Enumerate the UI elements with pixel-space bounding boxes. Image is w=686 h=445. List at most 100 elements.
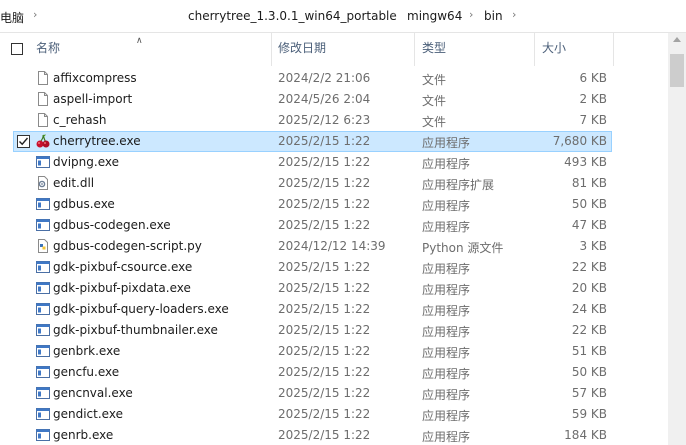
file-modified-date: 2025/2/15 1:22 — [278, 428, 371, 442]
breadcrumb-mingw64[interactable]: mingw64 — [407, 9, 462, 23]
file-type: 应用程序 — [422, 409, 471, 423]
scroll-up-arrow-icon[interactable] — [673, 37, 681, 42]
file-row[interactable]: gencfu.exe 2025/2/15 1:22 应用程序 50 KB — [0, 362, 668, 383]
file-size: 3 KB — [579, 239, 607, 253]
file-size: 50 KB — [571, 197, 607, 211]
file-modified-date: 2025/2/15 1:22 — [278, 260, 371, 274]
file-type: 应用程序 — [422, 346, 471, 360]
file-row[interactable]: gdbus-codegen-script.py 2024/12/12 14:39 P… — [0, 236, 668, 257]
file-type: 应用程序 — [422, 304, 471, 318]
file-name[interactable]: gdbus-codegen.exe — [53, 218, 171, 232]
chevron-right-icon[interactable]: › — [469, 8, 473, 21]
app-exe-icon — [35, 406, 51, 422]
file-size: 57 KB — [571, 386, 607, 400]
file-name[interactable]: aspell-import — [53, 92, 132, 106]
file-type: 文件 — [422, 94, 447, 108]
file-name[interactable]: affixcompress — [53, 71, 137, 85]
file-modified-date: 2025/2/15 1:22 — [278, 134, 371, 148]
file-row[interactable]: gdk-pixbuf-query-loaders.exe 2025/2/15 1:… — [0, 299, 668, 320]
file-size: 184 KB — [564, 428, 607, 442]
file-size: 47 KB — [571, 218, 607, 232]
file-row[interactable]: gdk-pixbuf-csource.exe 2025/2/15 1:22 应用程序… — [0, 257, 668, 278]
address-bar[interactable]: 电脑 › cherrytree_1.3.0.1_win64_portable ›… — [0, 0, 686, 33]
file-modified-date: 2025/2/12 6:23 — [278, 113, 371, 127]
app-exe-icon — [35, 427, 51, 443]
column-divider[interactable] — [271, 33, 272, 66]
column-header-name[interactable]: 名称 — [36, 33, 60, 66]
column-header-date[interactable]: 修改日期 — [278, 33, 326, 66]
file-name[interactable]: gdbus-codegen-script.py — [53, 239, 202, 253]
file-row[interactable]: dvipng.exe 2025/2/15 1:22 应用程序 493 KB — [0, 152, 668, 173]
file-type: 应用程序 — [422, 220, 471, 234]
chevron-right-icon[interactable]: › — [392, 8, 396, 21]
file-name[interactable]: gdk-pixbuf-query-loaders.exe — [53, 302, 229, 316]
file-size: 81 KB — [571, 176, 607, 190]
breadcrumb-portable-folder[interactable]: cherrytree_1.3.0.1_win64_portable — [188, 9, 397, 23]
file-row[interactable]: genrb.exe 2025/2/15 1:22 应用程序 184 KB — [0, 425, 668, 445]
app-exe-icon — [35, 364, 51, 380]
file-row[interactable]: gendict.exe 2025/2/15 1:22 应用程序 59 KB — [0, 404, 668, 425]
file-name[interactable]: gdbus.exe — [53, 197, 115, 211]
file-modified-date: 2025/2/15 1:22 — [278, 386, 371, 400]
file-name[interactable]: dvipng.exe — [53, 155, 119, 169]
blank-file-icon — [35, 112, 51, 128]
column-header-size[interactable]: 大小 — [542, 33, 566, 66]
vertical-scrollbar[interactable] — [668, 33, 686, 445]
file-modified-date: 2025/2/15 1:22 — [278, 407, 371, 421]
chevron-right-icon[interactable]: › — [512, 8, 516, 21]
file-size: 51 KB — [571, 344, 607, 358]
column-header-type[interactable]: 类型 — [422, 33, 446, 66]
file-size: 24 KB — [571, 302, 607, 316]
file-row[interactable]: aspell-import 2024/5/26 2:04 文件 2 KB — [0, 89, 668, 110]
file-row[interactable]: gdk-pixbuf-thumbnailer.exe 2025/2/15 1:22… — [0, 320, 668, 341]
file-row[interactable]: gencnval.exe 2025/2/15 1:22 应用程序 57 KB — [0, 383, 668, 404]
file-name[interactable]: genbrk.exe — [53, 344, 120, 358]
breadcrumb-bin[interactable]: bin — [484, 9, 503, 23]
file-size: 7 KB — [579, 113, 607, 127]
file-size: 22 KB — [571, 260, 607, 274]
app-exe-icon — [35, 154, 51, 170]
file-row[interactable]: cherrytree.exe 2025/2/15 1:22 应用程序 7,680 KB — [0, 131, 668, 152]
select-all-checkbox[interactable] — [11, 43, 23, 55]
file-type: 应用程序 — [422, 157, 471, 171]
file-name[interactable]: cherrytree.exe — [53, 134, 141, 148]
file-row[interactable]: affixcompress 2024/2/2 21:06 文件 6 KB — [0, 68, 668, 89]
file-modified-date: 2025/2/15 1:22 — [278, 323, 371, 337]
file-row[interactable]: gdbus.exe 2025/2/15 1:22 应用程序 50 KB — [0, 194, 668, 215]
file-row[interactable]: c_rehash 2025/2/12 6:23 文件 7 KB — [0, 110, 668, 131]
file-type: 应用程序 — [422, 262, 471, 276]
file-name[interactable]: gendict.exe — [53, 407, 123, 421]
file-type: 应用程序 — [422, 325, 471, 339]
row-checkbox[interactable] — [17, 135, 30, 148]
file-type: 应用程序 — [422, 283, 471, 297]
file-name[interactable]: gdk-pixbuf-pixdata.exe — [53, 281, 191, 295]
file-name[interactable]: gencfu.exe — [53, 365, 119, 379]
file-name[interactable]: gdk-pixbuf-csource.exe — [53, 260, 192, 274]
file-row[interactable]: genbrk.exe 2025/2/15 1:22 应用程序 51 KB — [0, 341, 668, 362]
app-exe-icon — [35, 301, 51, 317]
file-type: 文件 — [422, 115, 447, 129]
file-name[interactable]: gdk-pixbuf-thumbnailer.exe — [53, 323, 218, 337]
file-row[interactable]: gdk-pixbuf-pixdata.exe 2025/2/15 1:22 应用程序… — [0, 278, 668, 299]
file-size: 7,680 KB — [552, 134, 607, 148]
file-row[interactable]: edit.dll 2025/2/15 1:22 应用程序扩展 81 KB — [0, 173, 668, 194]
column-header-row: 名称 修改日期 类型 大小 — [0, 33, 668, 66]
column-divider[interactable] — [414, 33, 415, 66]
file-name[interactable]: edit.dll — [53, 176, 94, 190]
column-divider[interactable] — [534, 33, 535, 66]
breadcrumb-root[interactable]: 电脑 — [0, 9, 24, 26]
file-modified-date: 2025/2/15 1:22 — [278, 302, 371, 316]
scrollbar-thumb[interactable] — [670, 54, 684, 87]
file-name[interactable]: genrb.exe — [53, 428, 113, 442]
file-row[interactable]: gdbus-codegen.exe 2025/2/15 1:22 应用程序 47 KB — [0, 215, 668, 236]
app-exe-icon — [35, 217, 51, 233]
app-exe-icon — [35, 385, 51, 401]
app-exe-icon — [35, 343, 51, 359]
file-modified-date: 2025/2/15 1:22 — [278, 218, 371, 232]
file-modified-date: 2025/2/15 1:22 — [278, 365, 371, 379]
blank-file-icon — [35, 70, 51, 86]
file-name[interactable]: c_rehash — [53, 113, 106, 127]
column-divider[interactable] — [613, 33, 614, 66]
chevron-right-icon[interactable]: › — [33, 8, 37, 21]
file-name[interactable]: gencnval.exe — [53, 386, 133, 400]
